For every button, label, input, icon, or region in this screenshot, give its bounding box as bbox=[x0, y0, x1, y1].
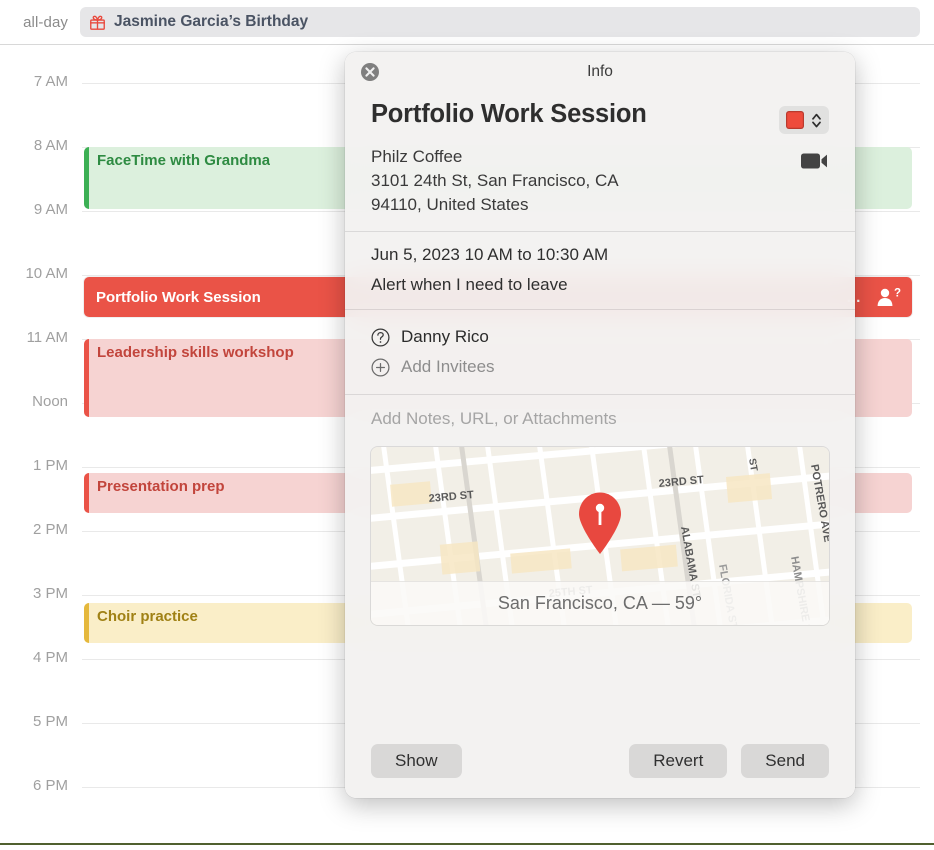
calendar-day-view: all-day Jasmine Garcia’s Birthday 7 AM 8 … bbox=[0, 0, 934, 850]
hour-label: 4 PM bbox=[32, 649, 68, 666]
person-question-icon: ? bbox=[877, 288, 901, 306]
chevron-up-down-icon bbox=[812, 113, 821, 127]
question-circle-icon bbox=[371, 328, 390, 347]
location-name: Philz Coffee bbox=[371, 147, 463, 166]
popover-footer: Show Revert Send bbox=[345, 744, 855, 798]
event-title: Leadership skills workshop bbox=[97, 344, 294, 361]
event-status-group: …? bbox=[846, 287, 912, 307]
hour-label: Noon bbox=[32, 393, 68, 410]
location-address-line-2: 94110, United States bbox=[371, 195, 529, 215]
calendar-color-picker[interactable] bbox=[779, 106, 829, 134]
event-title: Presentation prep bbox=[97, 478, 225, 495]
popover-notes-section[interactable]: Add Notes, URL, or Attachments bbox=[345, 395, 855, 429]
location-map[interactable]: 23RD ST 23RD ST 25TH ST ALABAMA ST FLORI… bbox=[371, 447, 829, 626]
location-address-line-1: 3101 24th St, San Francisco, CA bbox=[371, 171, 619, 191]
event-info-popover: Info Portfolio Work Session Philz Coffee… bbox=[345, 52, 855, 798]
map-caption: San Francisco, CA — 59° bbox=[371, 581, 829, 626]
hour-label: 7 AM bbox=[33, 73, 68, 90]
calendar-color-swatch bbox=[786, 111, 804, 129]
popover-header-section: Portfolio Work Session Philz Coffee 3101… bbox=[345, 92, 855, 231]
close-icon bbox=[361, 63, 379, 81]
add-invitees-row[interactable]: Add Invitees bbox=[371, 352, 829, 382]
hour-label: 8 AM bbox=[33, 137, 68, 154]
bottom-divider bbox=[0, 843, 934, 845]
hour-label: 10 AM bbox=[25, 265, 68, 282]
all-day-event-jasmine-garcias-birthday[interactable]: Jasmine Garcia’s Birthday bbox=[80, 7, 920, 37]
map-pin-icon bbox=[579, 492, 621, 555]
hour-label: 5 PM bbox=[32, 713, 68, 730]
hour-label: 11 AM bbox=[26, 329, 68, 346]
add-invitees-label: Add Invitees bbox=[401, 357, 495, 377]
event-alert[interactable]: Alert when I need to leave bbox=[371, 275, 829, 295]
all-day-event-title: Jasmine Garcia’s Birthday bbox=[114, 13, 309, 30]
hour-label: 3 PM bbox=[32, 585, 68, 602]
popover-schedule-section: Jun 5, 2023 10 AM to 10:30 AM Alert when… bbox=[345, 232, 855, 309]
popover-location: Philz Coffee 3101 24th St, San Francisco… bbox=[371, 145, 619, 217]
hour-label: 2 PM bbox=[32, 521, 68, 538]
popover-invitees-section: Danny Rico Add Invitees bbox=[345, 310, 855, 394]
hour-label: 1 PM bbox=[32, 457, 68, 474]
close-button[interactable] bbox=[360, 62, 380, 82]
all-day-label: all-day bbox=[23, 13, 68, 31]
show-button[interactable]: Show bbox=[371, 744, 462, 778]
send-button[interactable]: Send bbox=[741, 744, 829, 778]
invitee-row[interactable]: Danny Rico bbox=[371, 322, 829, 352]
popover-titlebar: Info bbox=[345, 52, 855, 92]
event-title: Choir practice bbox=[97, 608, 198, 625]
revert-button[interactable]: Revert bbox=[629, 744, 728, 778]
hour-label: 6 PM bbox=[32, 777, 68, 794]
video-camera-icon[interactable] bbox=[801, 151, 829, 171]
all-day-row: all-day Jasmine Garcia’s Birthday bbox=[0, 0, 934, 45]
svg-text:?: ? bbox=[894, 288, 901, 300]
event-title: FaceTime with Grandma bbox=[97, 152, 271, 169]
notes-placeholder: Add Notes, URL, or Attachments bbox=[371, 409, 617, 429]
invitee-name: Danny Rico bbox=[401, 327, 489, 347]
svg-text:ST: ST bbox=[746, 458, 759, 472]
event-title: Portfolio Work Session bbox=[96, 289, 261, 305]
gift-icon bbox=[90, 15, 105, 30]
event-date-time[interactable]: Jun 5, 2023 10 AM to 10:30 AM bbox=[371, 245, 829, 265]
hour-label: 9 AM bbox=[33, 201, 68, 218]
plus-circle-icon bbox=[371, 358, 390, 377]
popover-event-title: Portfolio Work Session bbox=[371, 100, 647, 128]
popover-title: Info bbox=[587, 63, 613, 80]
